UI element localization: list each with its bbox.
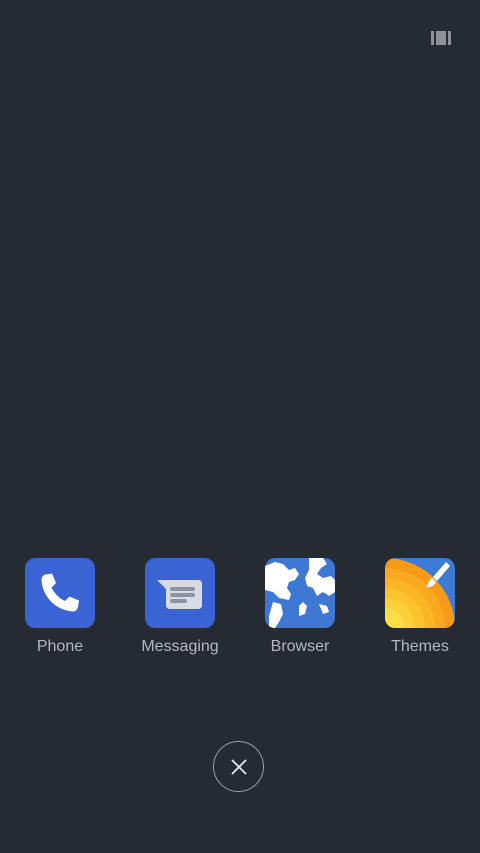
app-browser[interactable]: Browser bbox=[240, 558, 360, 657]
close-icon bbox=[231, 759, 246, 774]
browser-icon bbox=[265, 558, 335, 628]
app-messaging[interactable]: Messaging bbox=[120, 558, 240, 657]
app-phone[interactable]: Phone bbox=[0, 558, 120, 657]
recents-screen: Phone Messaging Browser Themes bbox=[0, 0, 480, 853]
app-dock: Phone Messaging Browser Themes bbox=[0, 558, 480, 668]
app-label-phone: Phone bbox=[36, 638, 84, 655]
close-all-button[interactable] bbox=[213, 741, 264, 792]
app-label-browser: Browser bbox=[270, 638, 330, 655]
recents-toggle-button[interactable] bbox=[428, 26, 454, 50]
messaging-icon bbox=[145, 558, 215, 628]
themes-icon bbox=[385, 558, 455, 628]
recents-toggle-icon bbox=[431, 31, 451, 45]
app-label-messaging: Messaging bbox=[141, 638, 219, 655]
app-label-themes: Themes bbox=[391, 638, 449, 655]
phone-icon bbox=[25, 558, 95, 628]
app-themes[interactable]: Themes bbox=[360, 558, 480, 657]
